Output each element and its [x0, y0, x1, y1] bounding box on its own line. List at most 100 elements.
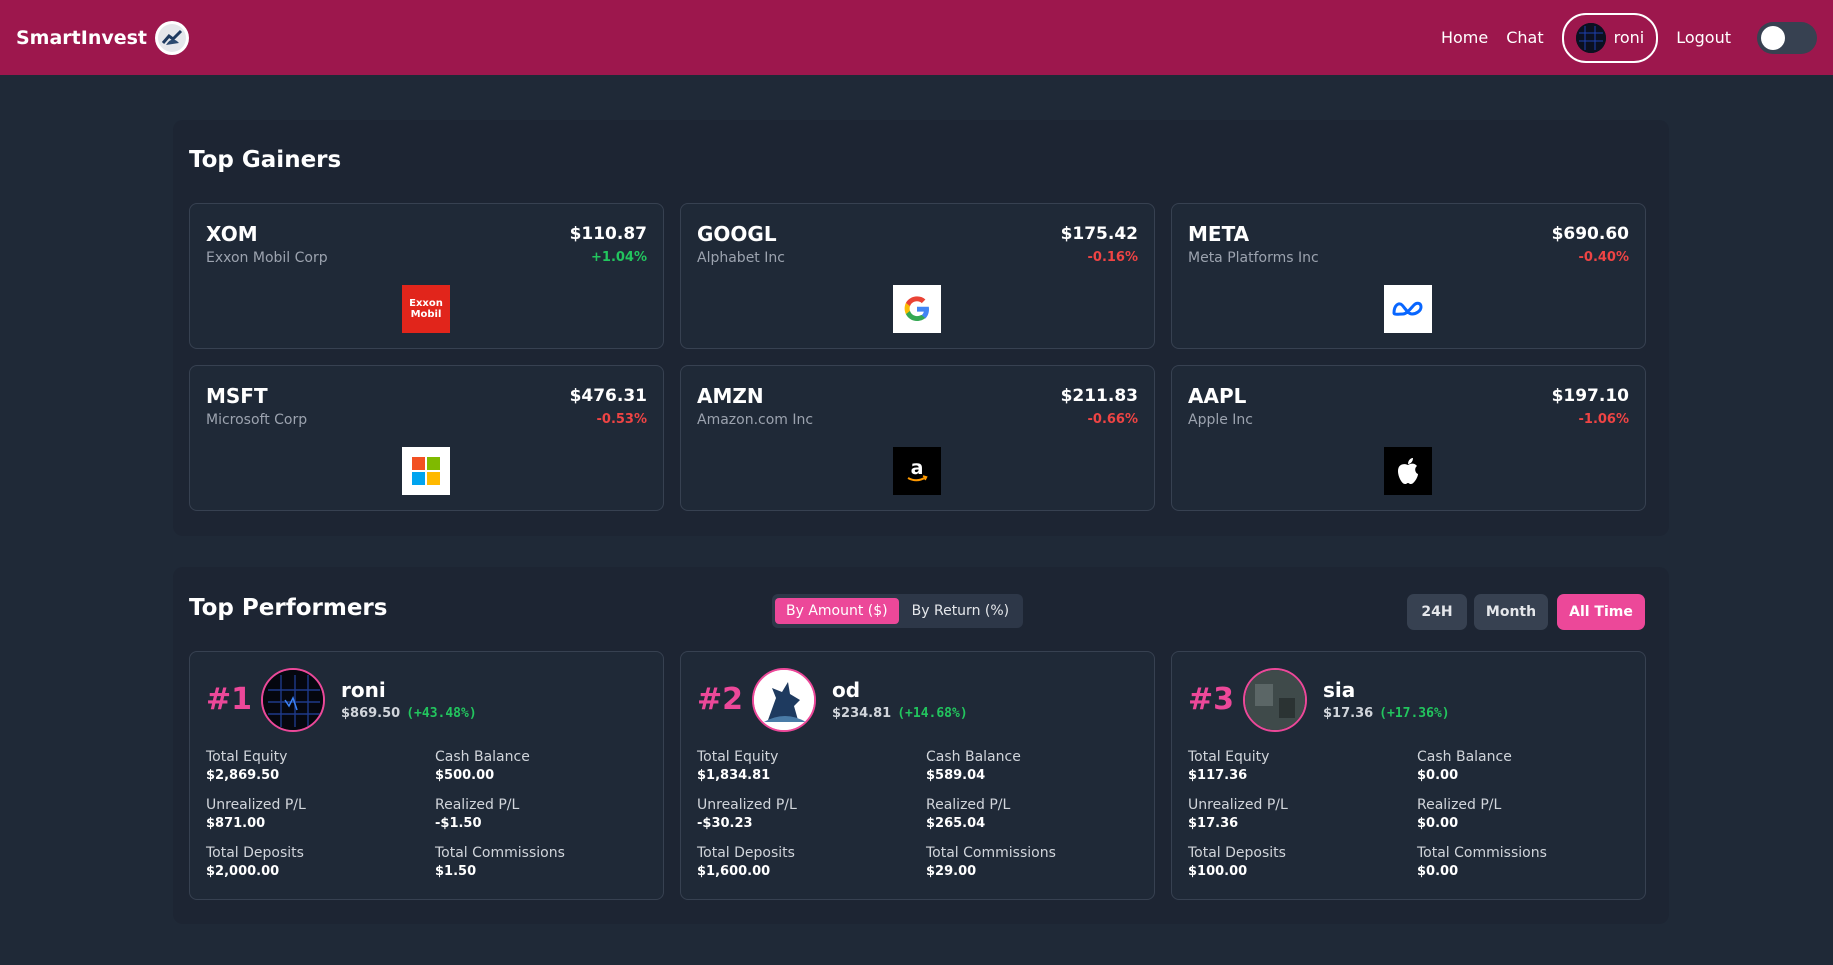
exxon-mobil-logo-icon: Exxon Mobil — [402, 285, 450, 333]
performer-gain: $869.50 (+43.48%) — [341, 706, 477, 721]
avatar — [1243, 668, 1307, 732]
stock-symbol: GOOGL — [697, 222, 777, 246]
sort-by-amount-button[interactable]: By Amount ($) — [775, 598, 899, 624]
svg-text:a: a — [911, 457, 924, 479]
performer-card[interactable]: #2 od $234.81 (+14.68%) Total Equity $1,8… — [680, 651, 1155, 900]
stat-label: Unrealized P/L — [1188, 797, 1288, 813]
rank-label: #3 — [1188, 682, 1235, 717]
stock-card[interactable]: GOOGL Alphabet Inc $175.42 -0.16% — [680, 203, 1155, 349]
stat-value: $17.36 — [1188, 816, 1239, 831]
top-gainers-panel: Top Gainers XOM Exxon Mobil Corp $110.87… — [173, 120, 1669, 536]
toggle-knob — [1761, 25, 1785, 50]
stat-label: Total Deposits — [697, 845, 795, 861]
stat-label: Total Equity — [206, 749, 288, 765]
stat-label: Total Commissions — [926, 845, 1056, 861]
stat-value: $100.00 — [1188, 864, 1248, 879]
stat-total-commissions: Total Commissions $1.50 — [435, 845, 565, 879]
rank-label: #2 — [697, 682, 744, 717]
stock-name: Amazon.com Inc — [697, 412, 814, 428]
stat-total-deposits: Total Deposits $1,600.00 — [697, 845, 795, 879]
stat-cash-balance: Cash Balance $500.00 — [435, 749, 530, 783]
gain-amount: $17.36 — [1323, 706, 1374, 721]
stat-label: Total Equity — [1188, 749, 1270, 765]
stock-change: -0.66% — [1087, 412, 1139, 427]
period-all-time-button[interactable]: All Time — [1557, 594, 1645, 630]
stat-label: Cash Balance — [1417, 749, 1512, 765]
stock-change: +1.04% — [591, 250, 647, 265]
stock-price: $690.60 — [1551, 224, 1629, 244]
brand-logo-icon — [155, 20, 190, 55]
stat-value: $0.00 — [1417, 816, 1459, 831]
performer-card[interactable]: #1 roni $869.50 (+43.48%) Total Equity $2… — [189, 651, 664, 900]
gain-return: (+14.68%) — [897, 706, 968, 721]
avatar — [752, 668, 816, 732]
stock-name: Microsoft Corp — [206, 412, 308, 428]
stat-total-commissions: Total Commissions $29.00 — [926, 845, 1056, 879]
stat-total-deposits: Total Deposits $2,000.00 — [206, 845, 304, 879]
stat-cash-balance: Cash Balance $0.00 — [1417, 749, 1512, 783]
stat-total-deposits: Total Deposits $100.00 — [1188, 845, 1286, 879]
stock-price: $211.83 — [1060, 386, 1138, 406]
stock-symbol: XOM — [206, 222, 258, 246]
stat-total-equity: Total Equity $2,869.50 — [206, 749, 287, 783]
stat-label: Total Equity — [697, 749, 779, 765]
stat-label: Realized P/L — [435, 797, 520, 813]
nav-chat-link[interactable]: Chat — [1506, 28, 1543, 47]
brand-name[interactable]: SmartInvest — [16, 27, 147, 49]
performer-name: od — [832, 678, 861, 702]
logout-link[interactable]: Logout — [1676, 28, 1731, 47]
section-title: Top Performers — [189, 595, 388, 621]
stat-label: Total Deposits — [1188, 845, 1286, 861]
stat-label: Cash Balance — [435, 749, 530, 765]
rank-label: #1 — [206, 682, 253, 717]
sort-by-return-button[interactable]: By Return (%) — [901, 598, 1020, 624]
stat-label: Realized P/L — [1417, 797, 1502, 813]
stat-value: $29.00 — [926, 864, 977, 879]
stock-symbol: AMZN — [697, 384, 764, 408]
gain-return: (+17.36%) — [1379, 706, 1450, 721]
user-profile-button[interactable]: roni — [1561, 12, 1659, 63]
stat-label: Unrealized P/L — [697, 797, 797, 813]
theme-toggle[interactable] — [1757, 21, 1817, 54]
nav-home-link[interactable]: Home — [1441, 28, 1488, 47]
period-month-button[interactable]: Month — [1474, 594, 1548, 630]
stat-label: Total Commissions — [1417, 845, 1547, 861]
mobil-logo-text: Mobil — [410, 309, 442, 320]
section-title: Top Gainers — [189, 147, 342, 173]
stock-card[interactable]: XOM Exxon Mobil Corp $110.87 +1.04% Exxo… — [189, 203, 664, 349]
stat-total-equity: Total Equity $1,834.81 — [697, 749, 778, 783]
performer-card[interactable]: #3 sia $17.36 (+17.36%) Total Equity $117… — [1171, 651, 1646, 900]
stat-value: $1,600.00 — [697, 864, 771, 879]
stock-price: $197.10 — [1551, 386, 1629, 406]
stock-symbol: META — [1188, 222, 1250, 246]
stock-symbol: MSFT — [206, 384, 268, 408]
stock-card[interactable]: AAPL Apple Inc $197.10 -1.06% — [1171, 365, 1646, 511]
stat-label: Total Commissions — [435, 845, 565, 861]
stat-value: -$1.50 — [435, 816, 482, 831]
period-24h-button[interactable]: 24H — [1407, 594, 1467, 630]
stat-label: Total Deposits — [206, 845, 304, 861]
stock-card[interactable]: META Meta Platforms Inc $690.60 -0.40% — [1171, 203, 1646, 349]
stock-card[interactable]: MSFT Microsoft Corp $476.31 -0.53% — [189, 365, 664, 511]
stock-card[interactable]: AMZN Amazon.com Inc $211.83 -0.66% a — [680, 365, 1155, 511]
stat-value: $0.00 — [1417, 768, 1459, 783]
gain-return: (+43.48%) — [406, 706, 477, 721]
stat-label: Unrealized P/L — [206, 797, 306, 813]
avatar — [1575, 22, 1606, 53]
brand[interactable]: SmartInvest — [16, 20, 190, 55]
stock-price: $110.87 — [569, 224, 647, 244]
stock-change: -0.40% — [1578, 250, 1630, 265]
stat-value: $1.50 — [435, 864, 477, 879]
performer-gain: $234.81 (+14.68%) — [832, 706, 968, 721]
avatar — [261, 668, 325, 732]
stat-value: -$30.23 — [697, 816, 753, 831]
stat-label: Realized P/L — [926, 797, 1011, 813]
stock-name: Alphabet Inc — [697, 250, 785, 266]
gain-amount: $869.50 — [341, 706, 401, 721]
performer-name: sia — [1323, 678, 1356, 702]
stat-unrealized-pl: Unrealized P/L -$30.23 — [697, 797, 797, 831]
stock-symbol: AAPL — [1188, 384, 1247, 408]
stat-realized-pl: Realized P/L $0.00 — [1417, 797, 1501, 831]
stat-cash-balance: Cash Balance $589.04 — [926, 749, 1021, 783]
meta-logo-icon — [1384, 285, 1432, 333]
